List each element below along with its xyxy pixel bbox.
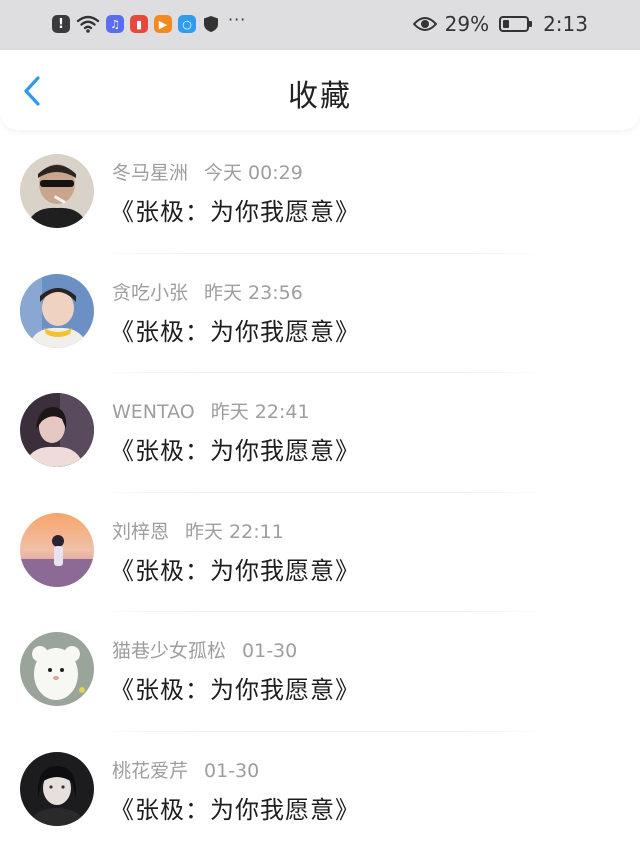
item-meta: WENTAO 昨天 22:41	[112, 397, 310, 424]
nav-bar: 收藏	[0, 50, 640, 130]
list-item[interactable]: 猫巷少女孤松 01-30 《张极：为你我愿意》	[0, 612, 640, 732]
avatar[interactable]	[20, 154, 94, 228]
item-meta: 刘梓恩 昨天 22:11	[112, 517, 284, 544]
item-meta: 冬马星洲 今天 00:29	[112, 158, 303, 185]
item-meta: 贪吃小张 昨天 23:56	[112, 278, 303, 305]
timestamp: 今天 00:29	[204, 158, 303, 185]
list-item[interactable]: WENTAO 昨天 22:41 《张极：为你我愿意》	[0, 373, 640, 493]
status-icons-right: 29% 2:13	[413, 12, 588, 36]
list-item[interactable]: 冬马星洲 今天 00:29 《张极：为你我愿意》	[0, 134, 640, 254]
list-item[interactable]: 刘梓恩 昨天 22:11 《张极：为你我愿意》	[0, 493, 640, 613]
video-app-icon: ▶	[154, 15, 172, 33]
favorite-content: 《张极：为你我愿意》	[110, 790, 360, 825]
battery-icon	[499, 16, 529, 32]
timestamp: 01-30	[204, 760, 259, 782]
favorite-content: 《张极：为你我愿意》	[110, 551, 360, 586]
favorite-content: 《张极：为你我愿意》	[110, 670, 360, 705]
music-app-icon: ♫	[106, 15, 124, 33]
page-title: 收藏	[0, 50, 640, 130]
user-name: 冬马星洲	[112, 158, 188, 185]
battery-percent: 29%	[445, 12, 489, 36]
avatar[interactable]	[20, 513, 94, 587]
user-name: 猫巷少女孤松	[112, 636, 226, 663]
shield-icon	[202, 15, 220, 33]
favorite-content: 《张极：为你我愿意》	[110, 312, 360, 347]
user-name: 桃花爱芹	[112, 756, 188, 783]
timestamp: 昨天 22:11	[185, 517, 284, 544]
book-app-icon: ▮	[130, 15, 148, 33]
alert-icon: !	[52, 15, 70, 33]
status-icons-left: ! ♫ ▮ ▶ ○ ···	[52, 12, 246, 36]
item-meta: 桃花爱芹 01-30	[112, 756, 259, 783]
user-name: 贪吃小张	[112, 278, 188, 305]
avatar[interactable]	[20, 752, 94, 826]
status-bar: ! ♫ ▮ ▶ ○ ··· 29%	[0, 0, 640, 50]
favorite-content: 《张极：为你我愿意》	[110, 431, 360, 466]
list-item[interactable]: 桃花爱芹 01-30 《张极：为你我愿意》	[0, 732, 640, 851]
user-name: 刘梓恩	[112, 517, 169, 544]
timestamp: 昨天 22:41	[211, 397, 310, 424]
timestamp: 01-30	[242, 640, 297, 662]
status-time: 2:13	[543, 12, 588, 36]
wifi-icon	[76, 14, 100, 34]
battery-level-fill	[503, 20, 509, 28]
favorites-list: 冬马星洲 今天 00:29 《张极：为你我愿意》 贪吃小张 昨天 23:56 《…	[0, 134, 640, 851]
search-app-icon: ○	[178, 15, 196, 33]
item-meta: 猫巷少女孤松 01-30	[112, 636, 297, 663]
timestamp: 昨天 23:56	[204, 278, 303, 305]
avatar[interactable]	[20, 274, 94, 348]
avatar[interactable]	[20, 393, 94, 467]
avatar[interactable]	[20, 632, 94, 706]
favorite-content: 《张极：为你我愿意》	[110, 192, 360, 227]
user-name: WENTAO	[112, 401, 195, 423]
list-item[interactable]: 贪吃小张 昨天 23:56 《张极：为你我愿意》	[0, 254, 640, 374]
more-icon: ···	[228, 12, 246, 28]
eye-icon	[413, 16, 437, 32]
